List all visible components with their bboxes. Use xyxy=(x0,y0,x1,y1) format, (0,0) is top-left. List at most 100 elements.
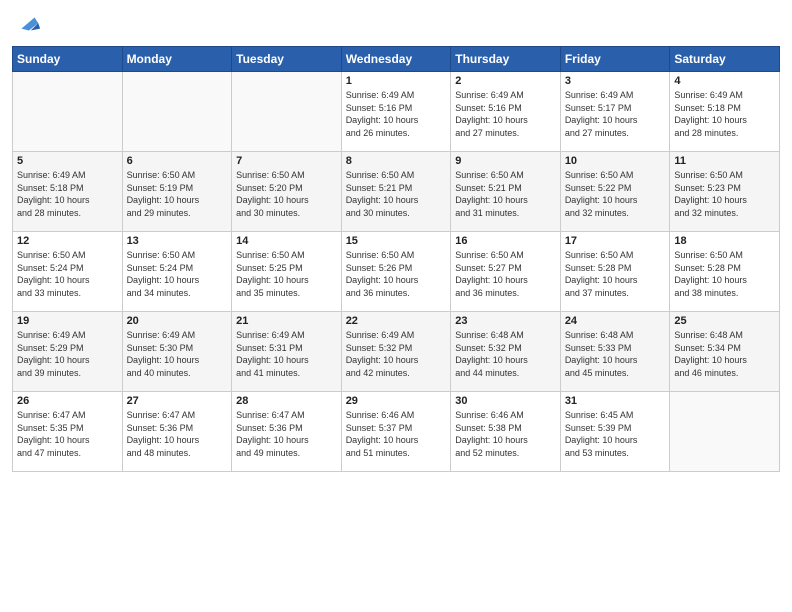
day-number: 26 xyxy=(17,395,118,407)
day-info: Sunrise: 6:49 AM Sunset: 5:31 PM Dayligh… xyxy=(236,329,337,379)
day-number: 24 xyxy=(565,315,666,327)
day-number: 25 xyxy=(674,315,775,327)
calendar-cell: 3 Sunrise: 6:49 AM Sunset: 5:17 PM Daylig… xyxy=(560,72,670,152)
calendar-table: SundayMondayTuesdayWednesdayThursdayFrid… xyxy=(12,46,780,472)
day-number: 17 xyxy=(565,235,666,247)
day-info: Sunrise: 6:45 AM Sunset: 5:39 PM Dayligh… xyxy=(565,409,666,459)
day-info: Sunrise: 6:49 AM Sunset: 5:18 PM Dayligh… xyxy=(674,89,775,139)
calendar-cell: 21 Sunrise: 6:49 AM Sunset: 5:31 PM Dayli… xyxy=(232,312,342,392)
calendar-cell: 17 Sunrise: 6:50 AM Sunset: 5:28 PM Dayli… xyxy=(560,232,670,312)
calendar-cell: 18 Sunrise: 6:50 AM Sunset: 5:28 PM Dayli… xyxy=(670,232,780,312)
calendar-cell: 4 Sunrise: 6:49 AM Sunset: 5:18 PM Daylig… xyxy=(670,72,780,152)
day-number: 30 xyxy=(455,395,556,407)
calendar-cell: 15 Sunrise: 6:50 AM Sunset: 5:26 PM Dayli… xyxy=(341,232,451,312)
calendar-cell: 11 Sunrise: 6:50 AM Sunset: 5:23 PM Dayli… xyxy=(670,152,780,232)
day-number: 21 xyxy=(236,315,337,327)
day-info: Sunrise: 6:48 AM Sunset: 5:34 PM Dayligh… xyxy=(674,329,775,379)
day-number: 29 xyxy=(346,395,447,407)
header xyxy=(12,10,780,38)
day-number: 6 xyxy=(127,155,228,167)
weekday-header-row: SundayMondayTuesdayWednesdayThursdayFrid… xyxy=(13,47,780,72)
weekday-header-monday: Monday xyxy=(122,47,232,72)
calendar-cell: 23Sunrise: 6:48 AM Sunset: 5:32 PM Dayli… xyxy=(451,312,561,392)
day-info: Sunrise: 6:50 AM Sunset: 5:24 PM Dayligh… xyxy=(17,249,118,299)
day-number: 12 xyxy=(17,235,118,247)
day-info: Sunrise: 6:50 AM Sunset: 5:24 PM Dayligh… xyxy=(127,249,228,299)
calendar-week-row: 12 Sunrise: 6:50 AM Sunset: 5:24 PM Dayli… xyxy=(13,232,780,312)
day-info: Sunrise: 6:50 AM Sunset: 5:28 PM Dayligh… xyxy=(565,249,666,299)
day-info: Sunrise: 6:48 AM Sunset: 5:32 PM Dayligh… xyxy=(455,329,556,379)
day-number: 20 xyxy=(127,315,228,327)
day-number: 7 xyxy=(236,155,337,167)
day-info: Sunrise: 6:47 AM Sunset: 5:36 PM Dayligh… xyxy=(236,409,337,459)
day-info: Sunrise: 6:50 AM Sunset: 5:23 PM Dayligh… xyxy=(674,169,775,219)
day-number: 9 xyxy=(455,155,556,167)
day-info: Sunrise: 6:47 AM Sunset: 5:36 PM Dayligh… xyxy=(127,409,228,459)
calendar-cell: 2Sunrise: 6:49 AM Sunset: 5:16 PM Daylig… xyxy=(451,72,561,152)
calendar-cell: 24 Sunrise: 6:48 AM Sunset: 5:33 PM Dayli… xyxy=(560,312,670,392)
day-info: Sunrise: 6:50 AM Sunset: 5:21 PM Dayligh… xyxy=(455,169,556,219)
day-info: Sunrise: 6:50 AM Sunset: 5:21 PM Dayligh… xyxy=(346,169,447,219)
calendar-cell xyxy=(13,72,123,152)
day-number: 10 xyxy=(565,155,666,167)
logo xyxy=(12,10,42,38)
day-info: Sunrise: 6:50 AM Sunset: 5:26 PM Dayligh… xyxy=(346,249,447,299)
calendar-cell: 6 Sunrise: 6:50 AM Sunset: 5:19 PM Daylig… xyxy=(122,152,232,232)
day-info: Sunrise: 6:49 AM Sunset: 5:17 PM Dayligh… xyxy=(565,89,666,139)
day-number: 3 xyxy=(565,75,666,87)
day-number: 8 xyxy=(346,155,447,167)
logo-icon xyxy=(14,10,42,38)
calendar-cell: 13 Sunrise: 6:50 AM Sunset: 5:24 PM Dayli… xyxy=(122,232,232,312)
day-number: 18 xyxy=(674,235,775,247)
calendar-cell: 29Sunrise: 6:46 AM Sunset: 5:37 PM Dayli… xyxy=(341,392,451,472)
day-number: 19 xyxy=(17,315,118,327)
day-number: 14 xyxy=(236,235,337,247)
calendar-cell xyxy=(122,72,232,152)
calendar-cell: 20 Sunrise: 6:49 AM Sunset: 5:30 PM Dayli… xyxy=(122,312,232,392)
day-number: 4 xyxy=(674,75,775,87)
calendar-cell: 30Sunrise: 6:46 AM Sunset: 5:38 PM Dayli… xyxy=(451,392,561,472)
calendar-week-row: 1 Sunrise: 6:49 AM Sunset: 5:16 PM Daylig… xyxy=(13,72,780,152)
calendar-cell: 12 Sunrise: 6:50 AM Sunset: 5:24 PM Dayli… xyxy=(13,232,123,312)
calendar-cell: 16 Sunrise: 6:50 AM Sunset: 5:27 PM Dayli… xyxy=(451,232,561,312)
day-number: 2 xyxy=(455,75,556,87)
day-info: Sunrise: 6:50 AM Sunset: 5:19 PM Dayligh… xyxy=(127,169,228,219)
calendar-cell: 26 Sunrise: 6:47 AM Sunset: 5:35 PM Dayli… xyxy=(13,392,123,472)
day-info: Sunrise: 6:49 AM Sunset: 5:16 PM Dayligh… xyxy=(346,89,447,139)
day-info: Sunrise: 6:48 AM Sunset: 5:33 PM Dayligh… xyxy=(565,329,666,379)
day-info: Sunrise: 6:50 AM Sunset: 5:20 PM Dayligh… xyxy=(236,169,337,219)
calendar-cell: 28Sunrise: 6:47 AM Sunset: 5:36 PM Dayli… xyxy=(232,392,342,472)
day-info: Sunrise: 6:47 AM Sunset: 5:35 PM Dayligh… xyxy=(17,409,118,459)
day-number: 15 xyxy=(346,235,447,247)
day-number: 16 xyxy=(455,235,556,247)
day-number: 1 xyxy=(346,75,447,87)
calendar-cell: 5Sunrise: 6:49 AM Sunset: 5:18 PM Daylig… xyxy=(13,152,123,232)
day-number: 13 xyxy=(127,235,228,247)
calendar-cell: 31 Sunrise: 6:45 AM Sunset: 5:39 PM Dayli… xyxy=(560,392,670,472)
weekday-header-saturday: Saturday xyxy=(670,47,780,72)
calendar-cell: 10 Sunrise: 6:50 AM Sunset: 5:22 PM Dayli… xyxy=(560,152,670,232)
day-info: Sunrise: 6:50 AM Sunset: 5:28 PM Dayligh… xyxy=(674,249,775,299)
calendar-cell: 14 Sunrise: 6:50 AM Sunset: 5:25 PM Dayli… xyxy=(232,232,342,312)
day-info: Sunrise: 6:50 AM Sunset: 5:27 PM Dayligh… xyxy=(455,249,556,299)
calendar-cell: 9 Sunrise: 6:50 AM Sunset: 5:21 PM Daylig… xyxy=(451,152,561,232)
calendar-week-row: 19 Sunrise: 6:49 AM Sunset: 5:29 PM Dayli… xyxy=(13,312,780,392)
calendar-cell xyxy=(670,392,780,472)
day-info: Sunrise: 6:49 AM Sunset: 5:30 PM Dayligh… xyxy=(127,329,228,379)
calendar-cell: 25 Sunrise: 6:48 AM Sunset: 5:34 PM Dayli… xyxy=(670,312,780,392)
day-number: 5 xyxy=(17,155,118,167)
calendar-week-row: 5Sunrise: 6:49 AM Sunset: 5:18 PM Daylig… xyxy=(13,152,780,232)
weekday-header-wednesday: Wednesday xyxy=(341,47,451,72)
day-number: 31 xyxy=(565,395,666,407)
day-number: 27 xyxy=(127,395,228,407)
day-info: Sunrise: 6:49 AM Sunset: 5:29 PM Dayligh… xyxy=(17,329,118,379)
day-number: 11 xyxy=(674,155,775,167)
day-info: Sunrise: 6:50 AM Sunset: 5:22 PM Dayligh… xyxy=(565,169,666,219)
day-info: Sunrise: 6:50 AM Sunset: 5:25 PM Dayligh… xyxy=(236,249,337,299)
calendar-cell: 7 Sunrise: 6:50 AM Sunset: 5:20 PM Daylig… xyxy=(232,152,342,232)
weekday-header-friday: Friday xyxy=(560,47,670,72)
calendar-cell: 19 Sunrise: 6:49 AM Sunset: 5:29 PM Dayli… xyxy=(13,312,123,392)
day-number: 22 xyxy=(346,315,447,327)
calendar-cell xyxy=(232,72,342,152)
weekday-header-thursday: Thursday xyxy=(451,47,561,72)
